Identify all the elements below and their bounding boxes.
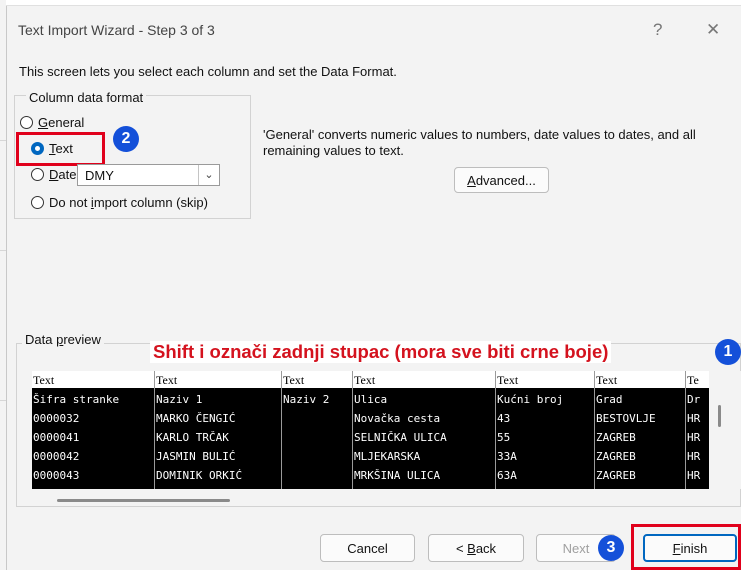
horizontal-scrollbar-thumb[interactable] [57, 499, 230, 502]
column-header[interactable]: Te [687, 373, 699, 388]
table-cell: Novačka cesta [354, 412, 441, 425]
radio-date-label: Date: [49, 167, 81, 182]
table-cell: HR [687, 469, 701, 482]
table-cell: KARLO TRČAK [156, 431, 229, 444]
intro-text: This screen lets you select each column … [19, 64, 397, 79]
finish-label: inish [680, 540, 708, 556]
table-cell: 0000042 [33, 450, 80, 463]
close-button[interactable]: ✕ [706, 20, 720, 40]
table-cell: Naziv 1 [156, 393, 203, 406]
table-cell: Naziv 2 [283, 393, 330, 406]
table-cell: 0000041 [33, 431, 80, 444]
advanced-label: dvanced... [475, 172, 536, 188]
instruction-annotation: Shift i označi zadnji stupac (mora sve b… [150, 341, 612, 363]
date-format-select[interactable]: DMY ⌄ [77, 164, 220, 186]
cancel-button[interactable]: Cancel [320, 534, 415, 562]
radio-button-selected[interactable] [31, 142, 44, 155]
step-3-badge: 3 [598, 535, 624, 561]
table-cell: 55 [497, 431, 511, 444]
table-cell: Kućni broj [497, 393, 564, 406]
column-separator [154, 371, 155, 489]
radio-text-label: Text [49, 141, 73, 156]
column-header[interactable]: Text [33, 373, 54, 388]
table-cell: ZAGREB [596, 469, 636, 482]
advanced-button[interactable]: Advanced... [454, 167, 549, 193]
radio-date[interactable]: Date: [31, 167, 80, 182]
radio-general-label: General [38, 115, 85, 130]
table-cell: HR [687, 450, 701, 463]
radio-skip[interactable]: Do not import column (skip) [31, 195, 208, 210]
column-header[interactable]: Text [596, 373, 617, 388]
table-cell: ZAGREB [596, 450, 636, 463]
data-preview-grid[interactable]: Text Text Text Text Text Text Te Šifra s… [32, 371, 709, 489]
column-separator [281, 371, 282, 489]
radio-button[interactable] [20, 116, 33, 129]
radio-text[interactable]: Text [31, 141, 73, 156]
table-cell: ZAGREB [596, 431, 636, 444]
vertical-scrollbar-thumb[interactable] [718, 405, 721, 427]
back-button[interactable]: < Back [428, 534, 524, 562]
column-header[interactable]: Text [156, 373, 177, 388]
table-cell: Ulica [354, 393, 388, 406]
dialog-top-edge [6, 0, 741, 6]
radio-button[interactable] [31, 196, 44, 209]
radio-button[interactable] [31, 168, 44, 181]
table-cell: DOMINIK ORKIĆ [156, 469, 243, 482]
column-separator [352, 371, 353, 489]
vertical-scrollbar-track[interactable] [709, 371, 741, 489]
table-cell: 0000043 [33, 469, 80, 482]
finish-accel: F [672, 540, 681, 556]
table-cell: 0000032 [33, 412, 80, 425]
chevron-down-icon[interactable]: ⌄ [198, 165, 219, 185]
table-cell: Dr [687, 393, 701, 406]
table-cell: BESTOVLJE [596, 412, 656, 425]
table-cell: 43 [497, 412, 511, 425]
advanced-accel: A [467, 172, 476, 188]
column-header[interactable]: Text [354, 373, 375, 388]
finish-button[interactable]: Finish [643, 534, 737, 562]
back-accel: B [467, 540, 476, 556]
table-cell: Grad [596, 393, 623, 406]
radio-general[interactable]: General [20, 115, 84, 130]
step-1-badge: 1 [715, 339, 741, 365]
back-prefix: < [455, 540, 464, 556]
table-cell: MRKŠINA ULICA [354, 469, 441, 482]
table-cell: Šifra stranke [33, 393, 120, 406]
table-cell: HR [687, 431, 701, 444]
help-button[interactable]: ? [653, 20, 662, 40]
column-header[interactable]: Text [283, 373, 304, 388]
column-separator [685, 371, 686, 489]
table-cell: 63A [497, 469, 517, 482]
column-separator [594, 371, 595, 489]
table-cell: 33A [497, 450, 517, 463]
step-2-badge: 2 [113, 126, 139, 152]
data-preview-label: Data preview [22, 332, 104, 347]
table-cell: JASMIN BULIĆ [156, 450, 236, 463]
column-header[interactable]: Text [497, 373, 518, 388]
format-description: 'General' converts numeric values to num… [263, 127, 696, 158]
radio-skip-label: Do not import column (skip) [49, 195, 208, 210]
column-data-format-label: Column data format [26, 90, 147, 105]
preview-header-row: Text Text Text Text Text Text Te [32, 371, 709, 389]
table-cell: HR [687, 412, 701, 425]
date-format-value: DMY [85, 168, 114, 183]
back-label: ack [475, 540, 497, 556]
column-separator [495, 371, 496, 489]
table-cell: MARKO ČENGIĆ [156, 412, 236, 425]
dialog-title: Text Import Wizard - Step 3 of 3 [18, 22, 215, 38]
table-cell: SELNIČKA ULICA [354, 431, 447, 444]
table-cell: MLJEKARSKA [354, 450, 421, 463]
